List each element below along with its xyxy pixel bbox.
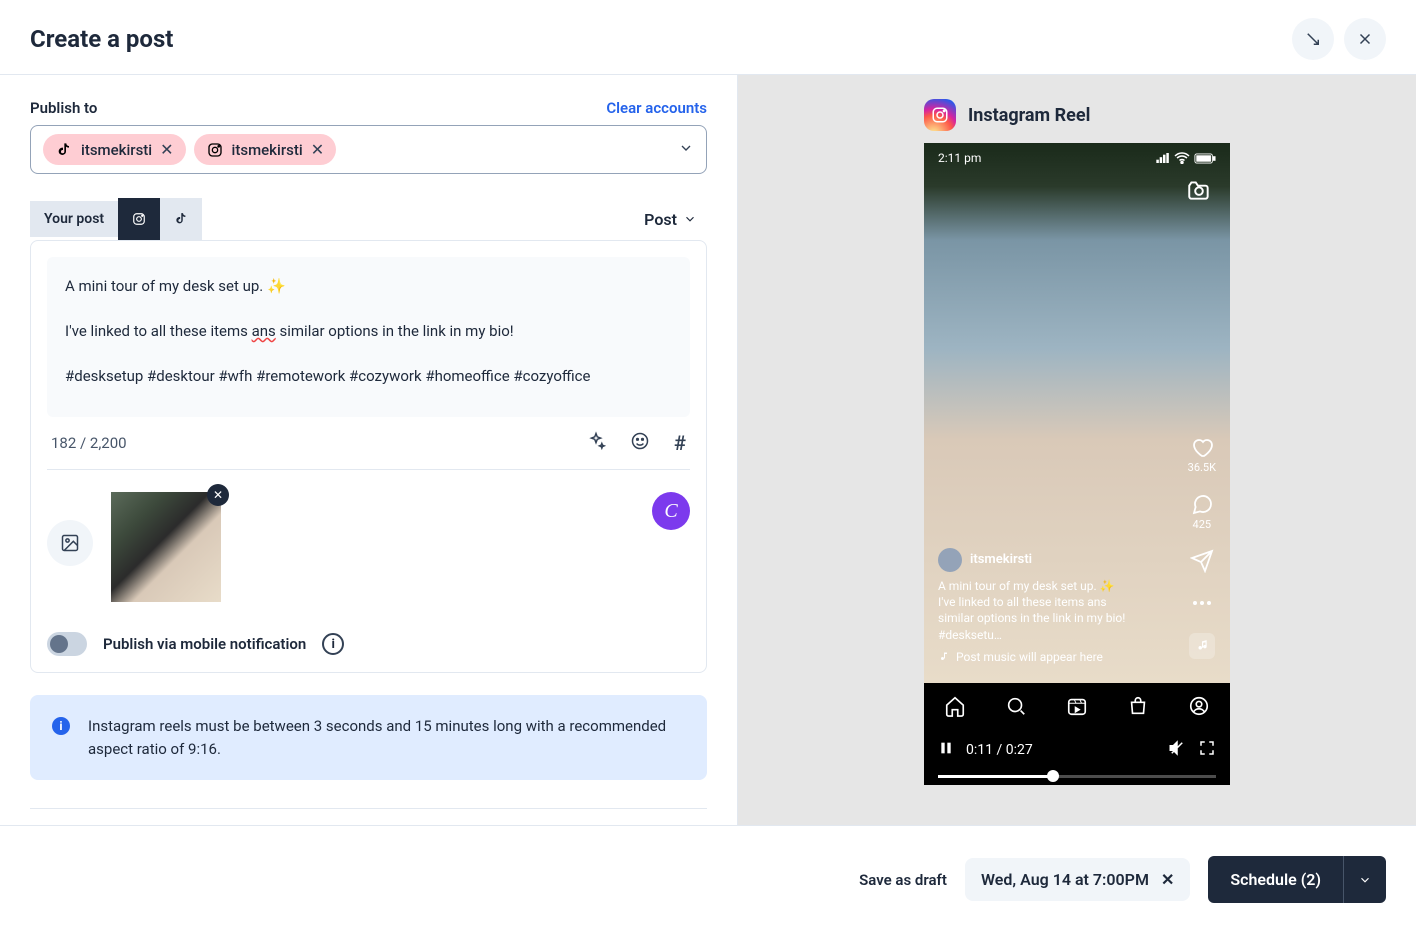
share-icon [1190,549,1214,573]
instagram-icon [206,141,224,159]
preview-username: itsmekirsti [970,551,1032,569]
canva-button[interactable]: C [652,492,690,530]
mute-icon[interactable] [1168,739,1186,761]
home-icon [944,695,966,717]
remove-media-icon[interactable]: ✕ [207,484,229,506]
video-controls[interactable]: 0:11 / 0:27 [924,729,1230,771]
modal-header: Create a post [0,0,1416,75]
reels-icon [1066,695,1088,717]
schedule-date-pill[interactable]: Wed, Aug 14 at 7:00PM ✕ [965,858,1190,901]
info-text: Instagram reels must be between 3 second… [88,715,685,760]
phone-preview: 2:11 pm 36.5K [924,143,1230,785]
video-time: 0:11 / 0:27 [966,742,1033,758]
account-handle: itsmekirsti [232,141,303,159]
save-draft-button[interactable]: Save as draft [859,871,947,889]
footer: Save as draft Wed, Aug 14 at 7:00PM ✕ Sc… [0,825,1416,933]
composer-panel: Publish to Clear accounts itsmekirsti ✕ … [0,75,738,825]
more-icon [1190,591,1214,615]
account-chip-tiktok: itsmekirsti ✕ [43,134,186,165]
tab-tiktok[interactable] [160,198,202,240]
preview-title: Instagram Reel [968,105,1090,126]
add-media-button[interactable] [47,520,93,566]
info-banner: i Instagram reels must be between 3 seco… [30,695,707,780]
preview-caption: A mini tour of my desk set up. ✨ I've li… [938,578,1128,643]
schedule-dropdown-icon[interactable] [1343,856,1386,903]
clear-accounts-link[interactable]: Clear accounts [606,99,707,117]
tab-your-post[interactable]: Your post [30,201,118,237]
info-icon[interactable]: i [322,633,344,655]
minimize-icon[interactable] [1292,18,1334,60]
ai-assist-icon[interactable] [586,431,606,455]
info-badge-icon: i [52,717,70,735]
clear-date-icon[interactable]: ✕ [1161,870,1174,889]
audio-icon [1189,633,1215,659]
status-time: 2:11 pm [938,151,981,165]
caption-textarea[interactable]: A mini tour of my desk set up. ✨ I've li… [47,257,690,417]
close-icon[interactable] [1344,18,1386,60]
status-icons [1156,151,1216,165]
fullscreen-icon[interactable] [1198,739,1216,761]
media-thumbnail[interactable]: ✕ [111,492,221,602]
seek-bar[interactable] [924,771,1230,785]
composer-card: A mini tour of my desk set up. ✨ I've li… [30,240,707,673]
preview-panel: Instagram Reel 2:11 pm [738,75,1416,825]
toggle-label: Publish via mobile notification [103,635,306,653]
avatar [938,548,962,572]
comment-icon: 425 [1190,492,1214,531]
search-icon [1005,695,1027,717]
remove-account-icon[interactable]: ✕ [311,140,324,159]
camera-icon [1186,177,1212,207]
modal-title: Create a post [30,25,173,53]
profile-icon [1188,695,1210,717]
emoji-icon[interactable] [630,431,650,455]
account-handle: itsmekirsti [81,141,152,159]
hashtag-icon[interactable]: # [674,431,686,455]
chevron-down-icon[interactable] [678,140,694,160]
shop-icon [1127,695,1149,717]
char-counter: 182 / 2,200 [51,434,127,452]
tab-instagram[interactable] [118,198,160,240]
tiktok-icon [55,141,73,159]
phone-bottom-nav [924,683,1230,729]
publish-to-label: Publish to [30,99,97,117]
remove-account-icon[interactable]: ✕ [160,140,173,159]
account-chip-instagram: itsmekirsti ✕ [194,134,337,165]
schedule-button[interactable]: Schedule (2) [1208,856,1386,903]
account-select[interactable]: itsmekirsti ✕ itsmekirsti ✕ [30,125,707,174]
pause-icon[interactable] [938,740,954,760]
instagram-logo-icon [924,99,956,131]
tabs: Your post Post [30,198,707,240]
music-row: Post music will appear here [938,649,1128,665]
mobile-notification-toggle[interactable] [47,632,87,656]
post-type-dropdown[interactable]: Post [634,200,707,239]
like-icon: 36.5K [1188,435,1216,474]
